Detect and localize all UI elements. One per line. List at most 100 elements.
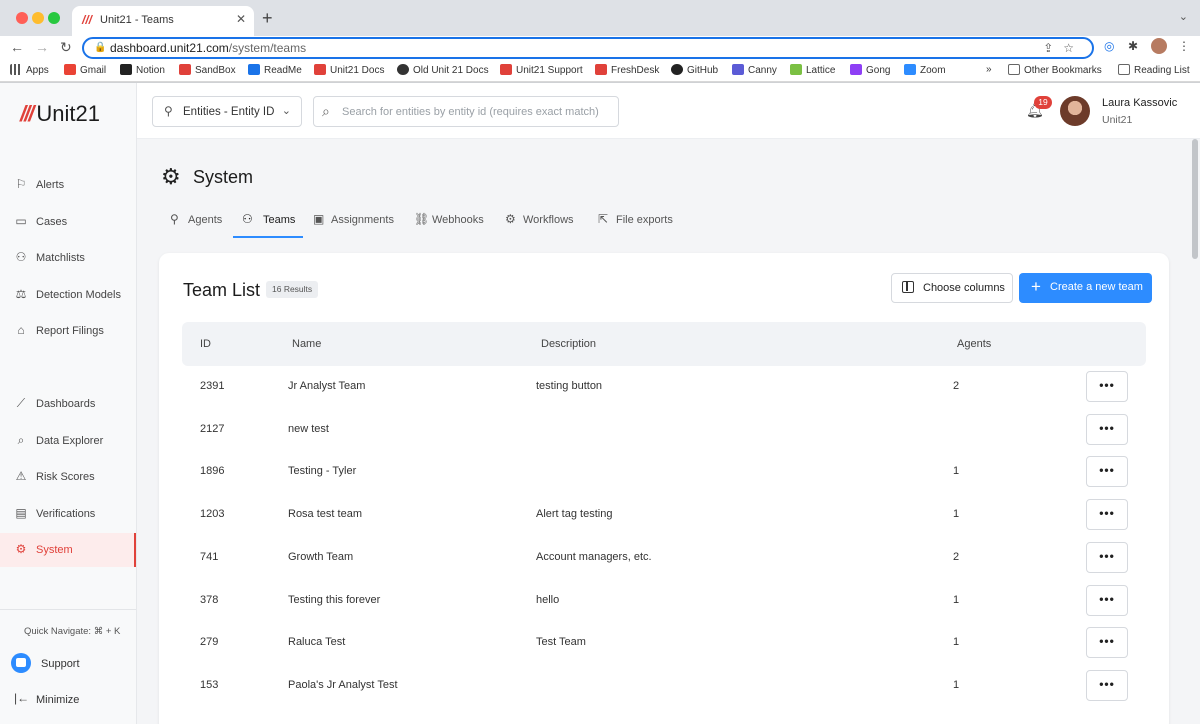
search-input[interactable]	[342, 103, 612, 121]
sidebar-item-data-explorer[interactable]: ⌕ Data Explorer	[0, 424, 136, 458]
tab-file-exports[interactable]: ⇱ File exports	[598, 205, 688, 238]
window-close-button[interactable]	[16, 12, 28, 24]
tab-workflows[interactable]: ⚙ Workflows	[505, 205, 585, 238]
row-actions-button[interactable]: •••	[1086, 371, 1128, 402]
window-maximize-button[interactable]	[48, 12, 60, 24]
url-text: dashboard.unit21.com/system/teams	[110, 41, 307, 55]
window-minimize-button[interactable]	[32, 12, 44, 24]
bookmark-unit21-docs[interactable]: Unit21 Docs	[314, 64, 384, 76]
sidebar-item-alerts[interactable]: ⚐ Alerts	[0, 168, 136, 202]
table-row[interactable]: 279 Raluca Test Test Team 1 •••	[182, 622, 1146, 665]
row-actions-button[interactable]: •••	[1086, 669, 1128, 701]
table-row[interactable]: 1203 Rosa test team Alert tag testing 1 …	[182, 494, 1146, 537]
chart-line-icon: ⟋	[16, 396, 26, 410]
unit21-logo[interactable]: ///Unit21	[20, 101, 100, 127]
bookmark-gmail[interactable]: Gmail	[64, 64, 106, 76]
bookmark-other[interactable]: Other Bookmarks	[1008, 64, 1102, 76]
new-tab-button[interactable]: +	[262, 8, 273, 29]
sidebar-item-risk-scores[interactable]: ⚠ Risk Scores	[0, 460, 136, 494]
quick-navigate-hint: Quick Navigate: ⌘ + K	[24, 626, 121, 637]
bookmarks-overflow-icon[interactable]: »	[986, 64, 992, 75]
sidebar-item-report-filings[interactable]: ⌂ Report Filings	[0, 314, 136, 348]
team-list-card: Team List 16 Results Choose columns + Cr…	[159, 253, 1169, 724]
column-header-agents[interactable]: Agents	[957, 338, 991, 350]
sidebar-item-verifications[interactable]: ▤ Verifications	[0, 497, 136, 531]
more-vertical-icon[interactable]: ⋮	[1178, 39, 1190, 53]
team-id: 1203	[200, 508, 225, 521]
bookmark-canny[interactable]: Canny	[732, 64, 777, 76]
close-tab-icon[interactable]: ✕	[236, 12, 246, 26]
browser-tab[interactable]: /// Unit21 - Teams ✕	[72, 6, 254, 36]
table-row[interactable]: 378 Testing this forever hello 1 •••	[182, 580, 1146, 623]
create-team-button[interactable]: + Create a new team	[1019, 273, 1152, 303]
bookmark-github[interactable]: GitHub	[671, 64, 718, 76]
team-id: 153	[200, 678, 219, 691]
bookmark-lattice[interactable]: Lattice	[790, 64, 835, 76]
tab-teams[interactable]: ⚇ Teams	[233, 205, 303, 238]
choose-columns-button[interactable]: Choose columns	[891, 273, 1013, 303]
column-header-id[interactable]: ID	[200, 338, 211, 350]
bookmark-unit21-support[interactable]: Unit21 Support	[500, 64, 583, 76]
column-header-name[interactable]: Name	[292, 338, 321, 350]
entity-search[interactable]: ⌕	[313, 96, 619, 127]
user-org: Unit21	[1102, 114, 1133, 126]
row-actions-button[interactable]: •••	[1086, 584, 1128, 616]
canny-icon	[732, 64, 744, 75]
row-actions-button[interactable]: •••	[1086, 456, 1128, 488]
sidebar-item-cases[interactable]: ▭ Cases	[0, 205, 136, 239]
share-and-star-icons[interactable]: ⇪☆	[1043, 41, 1084, 55]
address-bar[interactable]: 🔒 dashboard.unit21.com/system/teams ⇪☆	[82, 37, 1094, 59]
sidebar-item-system[interactable]: ⚙ System	[0, 533, 136, 567]
bookmark-readme[interactable]: ReadMe	[248, 64, 302, 76]
tab-webhooks[interactable]: ⛓ Webhooks	[414, 205, 494, 238]
table-row[interactable]: 741 Growth Team Account managers, etc. 2…	[182, 537, 1146, 580]
bookmark-old-unit21-docs[interactable]: Old Unit 21 Docs	[397, 64, 489, 76]
browser-tab-bar: /// Unit21 - Teams ✕ + ⌄	[0, 0, 1200, 36]
collapse-sidebar-icon[interactable]: |←	[14, 691, 29, 705]
page-scrollbar[interactable]	[1191, 139, 1199, 724]
support-link[interactable]: Support	[41, 658, 80, 670]
puzzle-icon[interactable]: ✱	[1128, 39, 1138, 53]
lock-icon: 🔒	[94, 42, 107, 53]
reload-icon[interactable]: ↻	[60, 39, 72, 56]
bookmark-freshdesk[interactable]: FreshDesk	[595, 64, 659, 76]
column-header-description[interactable]: Description	[541, 338, 596, 350]
table-row[interactable]: 1896 Testing - Tyler 1 •••	[182, 451, 1146, 494]
chat-support-icon[interactable]	[11, 653, 31, 673]
bookmark-notion[interactable]: Notion	[120, 64, 165, 76]
bookmark-sandbox[interactable]: SandBox	[179, 64, 236, 76]
sidebar-item-dashboards[interactable]: ⟋ Dashboards	[0, 387, 136, 421]
sidebar-item-matchlists[interactable]: ⚇ Matchlists	[0, 241, 136, 275]
row-actions-button[interactable]: •••	[1086, 627, 1128, 659]
table-row[interactable]: 2127 new test •••	[182, 409, 1146, 452]
table-row[interactable]: 2391 Jr Analyst Team testing button 2 ••…	[182, 366, 1146, 409]
row-actions-button[interactable]: •••	[1086, 413, 1128, 445]
bank-icon: ⌂	[17, 323, 25, 337]
tab-search-icon[interactable]: ⌄	[1179, 10, 1188, 23]
scrollbar-thumb[interactable]	[1192, 139, 1198, 259]
tab-assignments[interactable]: ▣ Assignments	[313, 205, 403, 238]
sidebar-item-detection-models[interactable]: ⚖ Detection Models	[0, 278, 136, 312]
user-avatar[interactable]	[1060, 96, 1090, 126]
user-name[interactable]: Laura Kassovic	[1102, 97, 1177, 109]
team-description: hello	[536, 593, 560, 606]
team-name: Growth Team	[288, 550, 354, 563]
entity-type-select[interactable]: ⚲ Entities - Entity ID ⌄	[152, 96, 302, 127]
sidebar-divider	[0, 609, 136, 610]
table-row[interactable]: 153 Paola's Jr Analyst Test 1 •••	[182, 665, 1146, 708]
bookmark-apps[interactable]: Apps	[10, 64, 49, 76]
profile-avatar-icon[interactable]	[1151, 38, 1167, 54]
back-icon[interactable]: ←	[10, 39, 24, 55]
row-actions-button[interactable]: •••	[1086, 541, 1128, 573]
minimize-link[interactable]: Minimize	[36, 694, 79, 706]
tab-agents[interactable]: ⚲ Agents	[170, 205, 230, 238]
row-actions-button[interactable]: •••	[1086, 499, 1128, 531]
gong-icon	[850, 64, 862, 75]
sidebar: ///Unit21 ⚐ Alerts ▭ Cases ⚇ Matchlists …	[0, 83, 137, 724]
extension-icon[interactable]: ◎	[1104, 39, 1114, 53]
bookmark-zoom[interactable]: Zoom	[904, 64, 946, 76]
reading-list[interactable]: Reading List	[1118, 64, 1190, 76]
forward-icon[interactable]: →	[35, 39, 49, 55]
bookmark-gong[interactable]: Gong	[850, 64, 890, 76]
briefcase-icon: ▭	[15, 214, 27, 228]
